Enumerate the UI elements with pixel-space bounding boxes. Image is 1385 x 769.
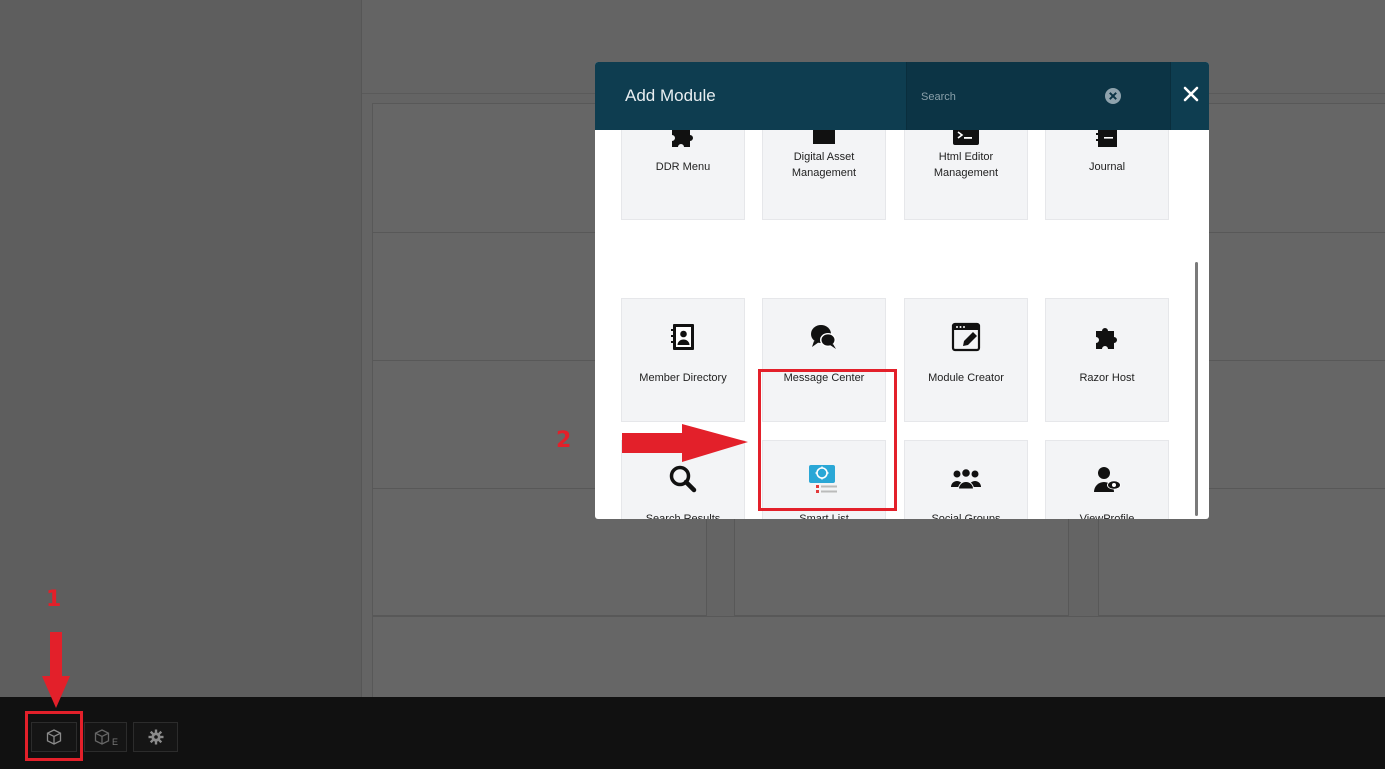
arrow-down-icon — [42, 632, 70, 708]
module-tile-ddr-menu[interactable]: DDR Menu — [621, 130, 745, 220]
module-label: Social Groups — [931, 513, 1001, 519]
module-label: Razor Host — [1079, 372, 1135, 384]
bottom-toolbar — [0, 697, 1385, 769]
module-tile-razor-host[interactable]: Razor Host — [1045, 298, 1169, 422]
existing-sub-label: E — [111, 737, 118, 747]
edit-window-icon — [950, 321, 982, 353]
module-label: Member Directory — [639, 372, 727, 384]
add-existing-module-button[interactable]: E — [84, 722, 127, 752]
settings-button[interactable] — [133, 722, 178, 752]
module-label: Journal — [1088, 161, 1126, 173]
close-button[interactable] — [1170, 62, 1209, 130]
dialog-scrollbar[interactable] — [1195, 262, 1198, 516]
puzzle-piece-icon — [1091, 321, 1123, 353]
module-tile-module-creator[interactable]: Module Creator — [904, 298, 1028, 422]
module-label: Search Results — [645, 513, 721, 519]
chat-bubbles-icon — [808, 321, 840, 353]
annotation-step-1: 1 — [46, 587, 62, 612]
module-tile-html-editor-management[interactable]: Html Editor Management — [904, 130, 1028, 220]
user-view-icon — [1091, 463, 1123, 495]
puzzle-piece-icon — [667, 130, 699, 151]
module-tile-member-directory[interactable]: Member Directory — [621, 298, 745, 422]
module-label: ViewProfile — [1079, 513, 1135, 519]
module-label: Html Editor Management — [933, 151, 999, 179]
folder-icon — [808, 130, 840, 151]
cube-e-icon — [93, 728, 111, 746]
group-users-icon — [950, 463, 982, 495]
contact-book-icon — [667, 321, 699, 353]
module-label: DDR Menu — [655, 161, 711, 173]
highlight-add-module-button — [25, 711, 83, 761]
module-label: Smart List — [799, 513, 849, 519]
module-label: Digital Asset Management — [791, 151, 857, 179]
terminal-icon — [950, 130, 982, 151]
module-tile-social-groups[interactable]: Social Groups — [904, 440, 1028, 519]
module-tile-journal[interactable]: Journal — [1045, 130, 1169, 220]
gear-icon — [148, 729, 164, 745]
dialog-title: Add Module — [625, 86, 716, 105]
close-icon — [1183, 86, 1199, 107]
search-input[interactable] — [919, 88, 1123, 106]
search-box — [906, 62, 1171, 130]
highlight-smart-list-tile — [758, 369, 897, 511]
annotation-step-2: 2 — [556, 428, 572, 453]
dialog-header: Add Module — [595, 62, 1209, 130]
module-tile-digital-asset-management[interactable]: Digital Asset Management — [762, 130, 886, 220]
arrow-right-icon — [622, 424, 748, 462]
page-pane — [372, 616, 1385, 699]
clear-search-icon[interactable] — [1104, 87, 1122, 105]
journal-icon — [1091, 130, 1123, 151]
magnifier-icon — [667, 463, 699, 495]
module-label: Module Creator — [928, 372, 1004, 384]
module-tile-viewprofile[interactable]: ViewProfile — [1045, 440, 1169, 519]
